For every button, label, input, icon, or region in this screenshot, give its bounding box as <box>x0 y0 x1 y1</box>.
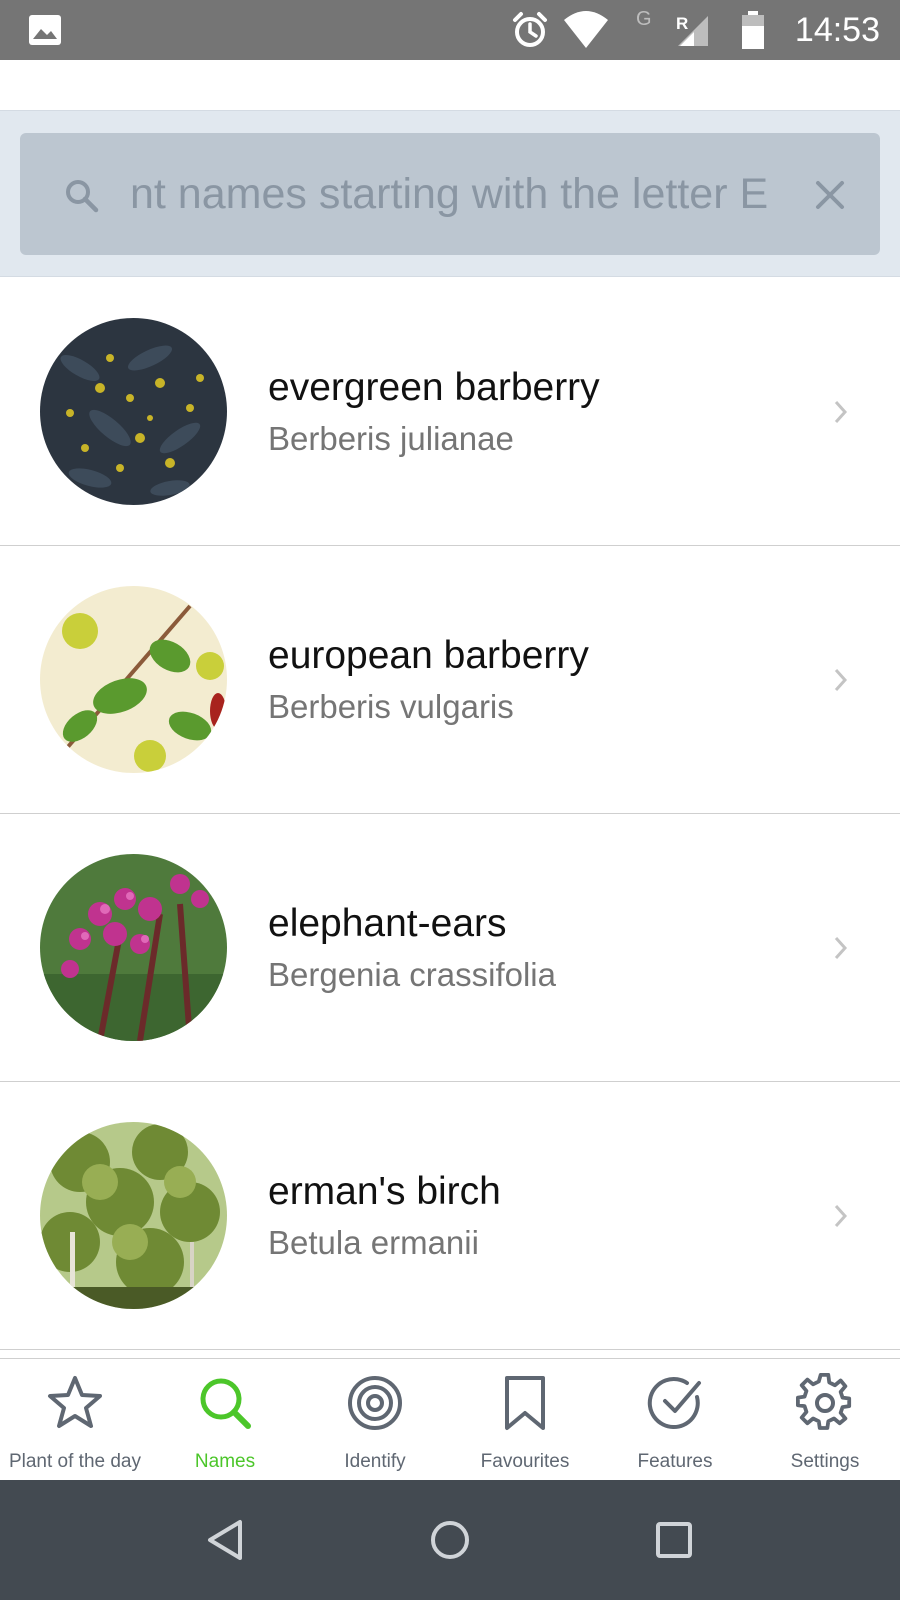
network-type-label: G <box>636 8 652 30</box>
nav-label: Favourites <box>480 1451 570 1472</box>
target-icon <box>348 1376 402 1430</box>
gear-icon <box>796 1373 852 1430</box>
nav-label: Names <box>194 1451 256 1472</box>
plant-common-name: european barberry <box>268 634 589 677</box>
nav-features[interactable]: Features <box>600 1359 750 1481</box>
plant-thumbnail <box>40 586 227 773</box>
nav-favourites[interactable]: Favourites <box>450 1359 600 1481</box>
nav-plant-of-the-day[interactable]: Plant of the day <box>0 1359 150 1481</box>
alarm-icon <box>513 12 547 47</box>
plant-latin-name: Betula ermanii <box>268 1224 479 1261</box>
nav-names[interactable]: Names <box>150 1359 300 1481</box>
close-icon[interactable] <box>810 175 850 215</box>
chevron-right-icon <box>834 400 848 424</box>
nav-label: Identify <box>344 1451 406 1472</box>
image-notification-icon <box>29 15 61 45</box>
list-item[interactable]: european barberry Berberis vulgaris <box>0 546 900 814</box>
search-input[interactable] <box>130 161 815 227</box>
list-item[interactable]: evergreen barberry Berberis julianae <box>0 278 900 546</box>
back-icon[interactable] <box>200 1514 252 1566</box>
home-icon[interactable] <box>424 1514 476 1566</box>
bottom-navigation: Plant of the day Names Identify Favourit… <box>0 1358 900 1480</box>
bookmark-icon <box>505 1376 545 1430</box>
plant-latin-name: Bergenia crassifolia <box>268 956 556 993</box>
top-strip <box>0 60 900 110</box>
plant-thumbnail <box>40 1122 227 1309</box>
nav-label: Features <box>637 1451 713 1472</box>
search-box[interactable] <box>20 133 880 255</box>
nav-identify[interactable]: Identify <box>300 1359 450 1481</box>
chevron-right-icon <box>834 936 848 960</box>
system-navigation-bar <box>0 1480 900 1600</box>
plant-latin-name: Berberis vulgaris <box>268 688 514 725</box>
wifi-icon <box>564 11 608 48</box>
search-icon <box>200 1378 251 1429</box>
nav-label: Plant of the day <box>8 1451 142 1472</box>
plant-list: evergreen barberry Berberis julianae eur… <box>0 278 900 1358</box>
plant-common-name: erman's birch <box>268 1170 501 1213</box>
recents-icon[interactable] <box>648 1514 700 1566</box>
clock-time: 14:53 <box>794 11 880 49</box>
plant-thumbnail <box>40 318 227 505</box>
star-icon <box>48 1376 102 1428</box>
nav-settings[interactable]: Settings <box>750 1359 900 1481</box>
plant-common-name: evergreen barberry <box>268 366 600 409</box>
search-area <box>0 110 900 277</box>
plant-common-name: elephant-ears <box>268 902 507 945</box>
status-bar: G R 14:53 <box>0 0 900 60</box>
battery-icon <box>742 11 764 49</box>
plant-latin-name: Berberis julianae <box>268 420 514 457</box>
list-item[interactable]: elephant-ears Bergenia crassifolia <box>0 814 900 1082</box>
chevron-right-icon <box>834 1204 848 1228</box>
plant-thumbnail <box>40 854 227 1041</box>
nav-label: Settings <box>790 1451 860 1472</box>
check-circle-icon <box>647 1377 701 1430</box>
signal-icon <box>678 16 708 46</box>
list-item[interactable]: erman's birch Betula ermanii <box>0 1082 900 1350</box>
chevron-right-icon <box>834 668 848 692</box>
search-icon <box>66 180 99 213</box>
